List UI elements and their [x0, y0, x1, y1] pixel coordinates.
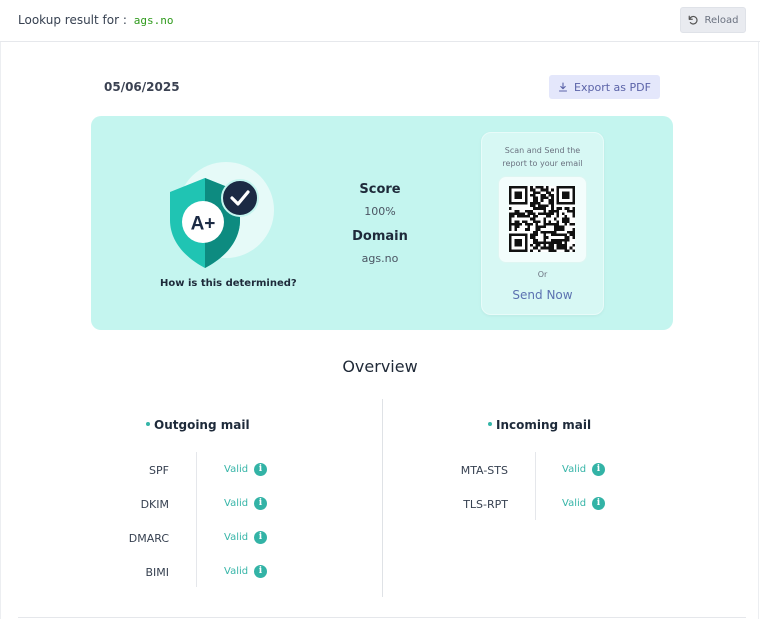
bullet-dot-icon [146, 421, 150, 426]
bottom-divider [18, 617, 746, 618]
reload-label: Reload [704, 14, 739, 26]
qr-instructions-line2: report to your email [502, 159, 583, 168]
qr-modules [509, 186, 575, 252]
reload-icon [689, 15, 699, 25]
or-label: Or [537, 270, 548, 279]
info-icon[interactable]: i [592, 463, 605, 476]
report-date: 05/06/2025 [104, 80, 180, 94]
lookup-label: Lookup result for : [18, 13, 127, 27]
grade-text: A+ [191, 214, 216, 235]
record-status-dkim: Valid [224, 498, 249, 509]
check-badge-icon [221, 179, 259, 217]
lookup-domain: ags.no [133, 14, 174, 27]
incoming-column-divider [535, 452, 536, 520]
record-status-mta-sts: Valid [562, 464, 587, 475]
download-icon [558, 82, 568, 92]
export-label: Export as PDF [574, 80, 651, 94]
record-name-bimi: BIMI [145, 566, 169, 579]
score-label: Score [359, 182, 401, 197]
record-name-tls-rpt: TLS-RPT [463, 498, 508, 511]
record-name-dkim: DKIM [140, 498, 169, 511]
outgoing-mail-title: Outgoing mail [154, 418, 250, 432]
reload-button[interactable]: Reload [680, 7, 746, 33]
info-icon[interactable]: i [592, 497, 605, 510]
domain-value: ags.no [361, 252, 399, 265]
lookup-heading: Lookup result for : ags.no [18, 13, 173, 27]
page-border-right [758, 42, 759, 619]
record-name-spf: SPF [149, 464, 169, 477]
outgoing-column-divider [196, 452, 197, 587]
record-name-mta-sts: MTA-STS [460, 464, 508, 477]
incoming-mail-title: Incoming mail [496, 418, 592, 432]
page-border-left [0, 42, 1, 619]
info-icon[interactable]: i [254, 463, 267, 476]
top-bar: Lookup result for : ags.no Reload [0, 0, 760, 42]
outgoing-mail-heading: Outgoing mail [146, 418, 250, 432]
how-determined-link[interactable]: How is this determined? [160, 278, 297, 289]
record-status-bimi: Valid [224, 566, 249, 577]
incoming-mail-heading: Incoming mail [488, 418, 591, 432]
info-icon[interactable]: i [254, 531, 267, 544]
send-now-button[interactable]: Send Now [481, 288, 604, 302]
info-icon[interactable]: i [254, 497, 267, 510]
export-pdf-button[interactable]: Export as PDF [549, 75, 660, 99]
info-icon[interactable]: i [254, 565, 267, 578]
overview-title: Overview [342, 357, 418, 376]
qr-code[interactable] [509, 186, 575, 252]
record-status-tls-rpt: Valid [562, 498, 587, 509]
overview-divider [382, 399, 383, 597]
score-value: 100% [364, 205, 396, 218]
qr-instructions: Scan and Send the report to your email [481, 144, 604, 170]
qr-instructions-line1: Scan and Send the [504, 146, 581, 155]
domain-label: Domain [352, 229, 408, 244]
shield-grade-icon: A+ [170, 178, 259, 268]
record-status-dmarc: Valid [224, 532, 249, 543]
bullet-dot-icon [488, 421, 492, 426]
record-name-dmarc: DMARC [128, 532, 169, 545]
record-status-spf: Valid [224, 464, 249, 475]
